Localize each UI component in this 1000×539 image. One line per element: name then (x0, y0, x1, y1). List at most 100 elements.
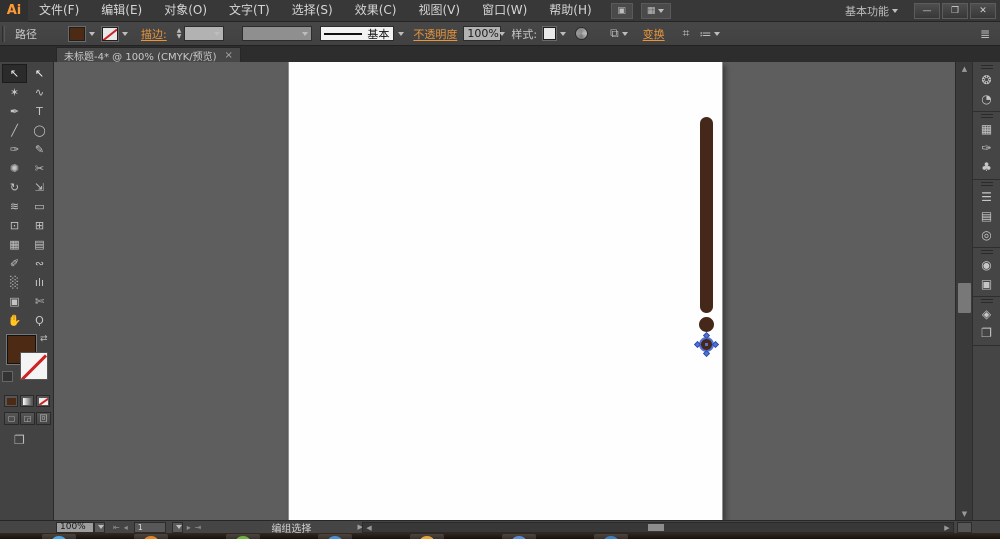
horizontal-scrollbar[interactable]: ◀ ▶ (362, 522, 954, 533)
arrange-documents-icon[interactable]: ▦ (641, 3, 671, 19)
zoom-dropdown[interactable] (94, 522, 105, 533)
color-guide-panel-button[interactable]: ◔ (975, 89, 999, 108)
opacity-field[interactable]: 100% (463, 26, 501, 41)
hand-tool[interactable]: ✋ (2, 311, 27, 330)
blob-brush-tool[interactable]: ✺ (2, 159, 27, 178)
brush-definition-dropdown[interactable]: 基本 (320, 26, 394, 41)
eyedropper-tool[interactable]: ✐ (2, 254, 27, 273)
taskbar-item-5[interactable] (410, 534, 444, 539)
artboards-panel-button[interactable]: ❐ (975, 323, 999, 342)
menu-item-1[interactable]: 文件(F) (28, 0, 90, 21)
document-tab[interactable]: 未标题-4* @ 100% (CMYK/预览) × (56, 47, 241, 62)
slice-tool[interactable]: ✄ (27, 292, 52, 311)
scale-tool[interactable]: ⇲ (27, 178, 52, 197)
canvas[interactable] (54, 62, 955, 520)
transparency-panel-button[interactable]: ◎ (975, 225, 999, 244)
graphic-style-swatch[interactable] (543, 27, 556, 40)
brushes-panel-button[interactable]: ✑ (975, 138, 999, 157)
windows-taskbar[interactable] (0, 533, 1000, 539)
artboard-number-field[interactable]: 1 (134, 522, 166, 533)
taskbar-item-4[interactable] (318, 534, 352, 539)
symbols-panel-button[interactable]: ♣ (975, 157, 999, 176)
scroll-up-icon[interactable]: ▲ (956, 62, 973, 75)
pencil-tool[interactable]: ✎ (27, 140, 52, 159)
graphic-style-dropdown[interactable] (556, 27, 567, 41)
type-tool[interactable]: T (27, 102, 52, 121)
taskbar-item-1[interactable] (42, 534, 76, 539)
recolor-artwork-icon[interactable] (575, 27, 588, 40)
swap-fill-stroke-icon[interactable]: ⇄ (40, 334, 48, 344)
stroke-panel-link[interactable]: 描边: (141, 26, 167, 42)
bounding-box-icon[interactable]: ⌗ (683, 26, 690, 41)
restore-button[interactable]: ❐ (942, 3, 968, 19)
tab-close-icon[interactable]: × (225, 50, 233, 61)
mesh-tool[interactable]: ▦ (2, 235, 27, 254)
draw-normal-button[interactable]: ▢ (4, 412, 19, 425)
menu-item-7[interactable]: 视图(V) (407, 0, 471, 21)
transform-panel-link[interactable]: 变换 (643, 26, 665, 42)
selection-tool[interactable]: ↖ (2, 64, 27, 83)
taskbar-item-7[interactable] (594, 534, 628, 539)
swatches-panel-button[interactable]: ▦ (975, 119, 999, 138)
paintbrush-tool[interactable]: ✑ (2, 140, 27, 159)
dock-group-grip[interactable] (981, 182, 993, 186)
dock-group-grip[interactable] (981, 299, 993, 303)
scissors-tool[interactable]: ✂ (27, 159, 52, 178)
menu-item-8[interactable]: 窗口(W) (471, 0, 538, 21)
default-fill-stroke-icon[interactable] (2, 371, 13, 382)
column-graph-tool[interactable]: ılı (27, 273, 52, 292)
taskbar-item-3[interactable] (226, 534, 260, 539)
pen-tool[interactable]: ✒ (2, 102, 27, 121)
gradient-tool[interactable]: ▤ (27, 235, 52, 254)
bridge-icon[interactable]: ▣ (611, 3, 633, 19)
dock-group-grip[interactable] (981, 114, 993, 118)
appearance-panel-button[interactable]: ◉ (975, 255, 999, 274)
zoom-tool[interactable]: Ϙ (27, 311, 52, 330)
artwork-dot[interactable] (699, 317, 714, 332)
app-logo[interactable]: Ai (0, 0, 28, 22)
selected-artwork-dot[interactable] (698, 336, 715, 353)
zoom-level-field[interactable]: 100% (56, 522, 94, 533)
artboard-tool[interactable]: ▣ (2, 292, 27, 311)
workspace-switcher[interactable]: 基本功能 (845, 3, 898, 19)
menu-item-6[interactable]: 效果(C) (344, 0, 408, 21)
ellipse-tool[interactable]: ◯ (27, 121, 52, 140)
select-similar-icon[interactable]: ⧉ (610, 26, 628, 41)
taskbar-item-6[interactable] (502, 534, 536, 539)
color-button[interactable] (4, 395, 18, 407)
minimize-button[interactable]: — (914, 3, 940, 19)
free-transform-tool[interactable]: ▭ (27, 197, 52, 216)
none-button[interactable] (36, 395, 50, 407)
vertical-scroll-thumb[interactable] (958, 283, 971, 313)
vertical-scrollbar[interactable]: ▲ ▼ (955, 62, 972, 520)
symbol-sprayer-tool[interactable]: ░ (2, 273, 27, 292)
horizontal-scroll-thumb[interactable] (648, 524, 664, 531)
dock-group-grip[interactable] (981, 250, 993, 254)
rotate-tool[interactable]: ↻ (2, 178, 27, 197)
menu-item-9[interactable]: 帮助(H) (538, 0, 602, 21)
scroll-right-icon[interactable]: ▶ (942, 523, 952, 532)
control-panel-menu-icon[interactable]: ≣ (980, 27, 990, 41)
stroke-color-dropdown[interactable] (118, 27, 129, 41)
menu-item-4[interactable]: 文字(T) (218, 0, 281, 21)
fill-color-swatch[interactable] (69, 27, 85, 41)
gradient-button[interactable] (20, 395, 34, 407)
blend-tool[interactable]: ∾ (27, 254, 52, 273)
width-tool[interactable]: ≋ (2, 197, 27, 216)
close-button[interactable]: ✕ (970, 3, 996, 19)
gradient-panel-button[interactable]: ▤ (975, 206, 999, 225)
scroll-left-icon[interactable]: ◀ (364, 523, 374, 532)
menu-item-5[interactable]: 选择(S) (281, 0, 344, 21)
line-segment-tool[interactable]: ╱ (2, 121, 27, 140)
variable-width-profile-dropdown[interactable] (242, 26, 312, 41)
brush-definition-arrow[interactable] (394, 27, 405, 41)
stroke-weight-stepper[interactable]: ▲ ▼ (177, 26, 182, 42)
taskbar-item-2[interactable] (134, 534, 168, 539)
fill-color-dropdown[interactable] (85, 27, 96, 41)
menu-item-3[interactable]: 对象(O) (153, 0, 218, 21)
shape-builder-tool[interactable]: ⊡ (2, 216, 27, 235)
magic-wand-tool[interactable]: ✶ (2, 83, 27, 102)
stroke-weight-field[interactable] (184, 26, 224, 41)
dock-group-grip[interactable] (981, 65, 993, 69)
menu-item-2[interactable]: 编辑(E) (90, 0, 153, 21)
